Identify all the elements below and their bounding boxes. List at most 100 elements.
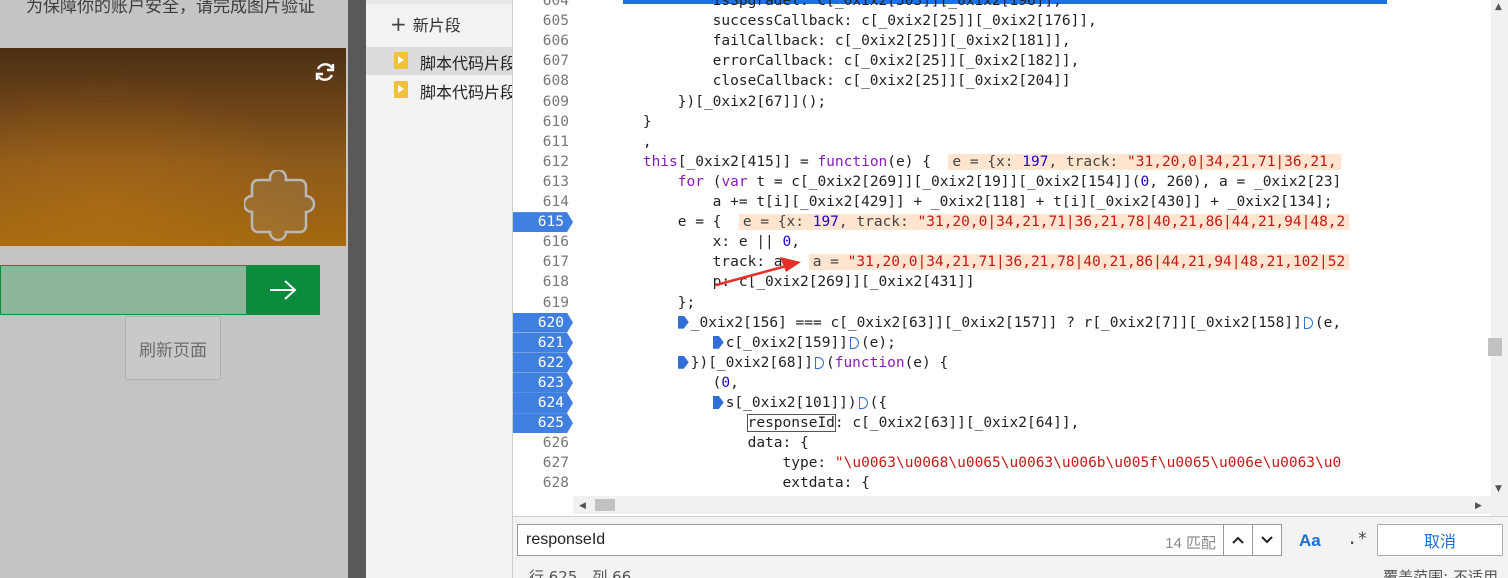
code-editor[interactable]: 604 605 606 607 608 609 610 611 612 613 614 615 616 6… — [513, 0, 1508, 516]
line-number-gutter[interactable]: 604 605 606 607 608 609 610 611 612 613 614 615 616 6… — [513, 0, 573, 516]
line-number[interactable]: 604 — [513, 0, 573, 11]
inline-value: e = {x: 197, track: "31,20,0|34,21,71|36… — [948, 153, 1341, 170]
vertical-scroll-thumb[interactable] — [1488, 338, 1502, 356]
refresh-page-button[interactable]: 刷新页面 — [125, 316, 221, 380]
new-snippet-label: 新片段 — [412, 16, 461, 35]
inline-breakpoint-icon — [814, 356, 824, 369]
refresh-icon[interactable] — [313, 60, 337, 84]
scroll-down-icon[interactable]: ▼ — [1495, 484, 1502, 494]
plus-icon: + — [390, 12, 407, 36]
code-line[interactable]: })[_0xix2[68]] (function(e) { — [573, 353, 948, 373]
line-number[interactable]: 620 — [513, 312, 573, 333]
inline-breakpoint-icon — [677, 355, 689, 369]
line-number[interactable]: 628 — [513, 473, 573, 493]
code-line[interactable]: track: a, a = "31,20,0|34,21,71|36,21,78… — [573, 252, 1350, 272]
search-bar: responseId 14 匹配 Aa .* 取消 — [513, 516, 1508, 562]
snippet-item[interactable]: 脚本代码片段 — [366, 76, 513, 104]
inline-breakpoint-icon — [712, 335, 724, 349]
code-line[interactable]: type: "\u0063\u0068\u0065\u0063\u006b\u0… — [573, 453, 1342, 473]
code-line[interactable]: responseId: c[_0xix2[63]][_0xix2[64]], — [573, 413, 1079, 433]
next-match-button[interactable] — [1252, 524, 1282, 556]
inline-breakpoint-icon — [677, 315, 689, 329]
line-number[interactable]: 623 — [513, 372, 573, 393]
line-number[interactable]: 626 — [513, 433, 573, 453]
new-snippet-button[interactable]: + 新片段 — [390, 12, 461, 36]
line-number[interactable]: 612 — [513, 152, 573, 172]
horizontal-scrollbar[interactable] — [573, 496, 1491, 514]
inline-breakpoint-icon — [858, 397, 868, 409]
line-number[interactable]: 617 — [513, 252, 573, 272]
code-line[interactable]: closeCallback: c[_0xix2[25]][_0xix2[204]… — [573, 71, 1071, 91]
code-line[interactable]: extdata: { — [573, 473, 870, 493]
line-number[interactable]: 624 — [513, 393, 573, 413]
inline-breakpoint-icon — [712, 396, 724, 409]
script-file-icon — [394, 81, 408, 98]
line-number[interactable]: 619 — [513, 293, 573, 313]
code-line[interactable]: successCallback: c[_0xix2[25]][_0xix2[17… — [573, 11, 1097, 31]
security-notice: 为保障你的账户安全，请完成图片验证 — [26, 0, 315, 17]
line-number[interactable]: 615 — [513, 212, 573, 233]
inline-breakpoint-icon — [849, 336, 859, 349]
line-number[interactable]: 605 — [513, 11, 573, 31]
status-bar: 行 625，列 66 覆盖范围: 不适用 — [513, 562, 1508, 578]
inline-value: a = "31,20,0|34,21,71|36,21,78|40,21,86|… — [808, 254, 1350, 271]
line-number[interactable]: 622 — [513, 352, 573, 373]
code-line[interactable]: isSpgradel: c[_0xix2[503]][_0xix2[196]], — [573, 0, 1062, 11]
code-line[interactable]: , — [573, 132, 652, 152]
regex-toggle[interactable]: .* — [1347, 529, 1367, 549]
search-query: responseId — [526, 531, 606, 548]
chevron-down-icon — [1261, 536, 1273, 544]
panel-divider[interactable] — [348, 0, 366, 578]
code-line[interactable]: this[_0xix2[415]] = function(e) { e = {x… — [573, 152, 1341, 172]
search-input[interactable]: responseId 14 匹配 — [517, 524, 1225, 556]
line-number[interactable]: 613 — [513, 172, 573, 192]
code-line[interactable]: })[_0xix2[67]](); — [573, 92, 826, 112]
code-area[interactable]: isSpgradel: c[_0xix2[503]][_0xix2[196]],… — [573, 0, 1493, 500]
line-number[interactable]: 616 — [513, 232, 573, 252]
code-line[interactable]: failCallback: c[_0xix2[25]][_0xix2[181]]… — [573, 31, 1071, 51]
cancel-button[interactable]: 取消 — [1377, 524, 1503, 556]
arrow-right-icon — [270, 280, 297, 300]
line-number[interactable]: 609 — [513, 92, 573, 112]
match-case-toggle[interactable]: Aa — [1299, 531, 1321, 551]
line-number[interactable]: 611 — [513, 132, 573, 152]
code-line[interactable]: x: e || 0, — [573, 232, 800, 252]
code-line[interactable]: errorCallback: c[_0xix2[25]][_0xix2[182]… — [573, 51, 1080, 71]
code-line[interactable]: s[_0xix2[101]])({ — [573, 393, 887, 413]
code-line[interactable]: a += t[i][_0xix2[429]] + _0xix2[118] + t… — [573, 192, 1333, 212]
previous-match-button[interactable] — [1223, 524, 1253, 556]
inline-value: e = {x: 197, track: "31,20,0|34,21,71|36… — [738, 214, 1350, 231]
line-number[interactable]: 618 — [513, 272, 573, 292]
scroll-up-icon[interactable]: ▲ — [1495, 2, 1502, 12]
code-line[interactable]: (0, — [573, 373, 739, 393]
line-number[interactable]: 607 — [513, 51, 573, 71]
line-number[interactable]: 627 — [513, 453, 573, 473]
line-number[interactable]: 606 — [513, 31, 573, 51]
line-number[interactable]: 610 — [513, 112, 573, 132]
snippet-item[interactable]: 脚本代码片段 — [366, 47, 512, 75]
code-line[interactable]: } — [573, 112, 652, 132]
snippet-label: 脚本代码片段 — [420, 83, 513, 102]
code-line[interactable]: }; — [573, 293, 695, 313]
line-number[interactable]: 608 — [513, 71, 573, 91]
script-file-icon — [394, 52, 408, 69]
code-line[interactable]: for (var t = c[_0xix2[269]][_0xix2[19]][… — [573, 172, 1342, 192]
line-number[interactable]: 614 — [513, 192, 573, 212]
line-number[interactable]: 621 — [513, 332, 573, 353]
vertical-scrollbar[interactable] — [1491, 0, 1508, 516]
code-line[interactable]: c[_0xix2[159]] (e); — [573, 333, 896, 353]
inline-breakpoint-icon — [1303, 316, 1313, 329]
chevron-up-icon — [1232, 536, 1244, 544]
cursor-position: 行 625，列 66 — [529, 568, 632, 578]
code-line[interactable]: data: { — [573, 433, 809, 453]
slider-handle[interactable] — [246, 265, 320, 315]
code-line[interactable]: _0xix2[156] === c[_0xix2[63]][_0xix2[157… — [573, 313, 1341, 333]
code-line[interactable]: p: c[_0xix2[269]][_0xix2[431]] — [573, 272, 975, 292]
scroll-left-icon[interactable]: ◀ — [579, 501, 586, 511]
line-number[interactable]: 625 — [513, 413, 573, 434]
code-line[interactable]: e = { e = {x: 197, track: "31,20,0|34,21… — [573, 212, 1350, 232]
horizontal-scroll-thumb[interactable] — [595, 499, 615, 511]
puzzle-slot-icon — [244, 170, 316, 242]
snippets-panel: + 新片段 脚本代码片段 脚本代码片段 — [366, 0, 513, 578]
scroll-right-icon[interactable]: ▶ — [1475, 501, 1482, 511]
